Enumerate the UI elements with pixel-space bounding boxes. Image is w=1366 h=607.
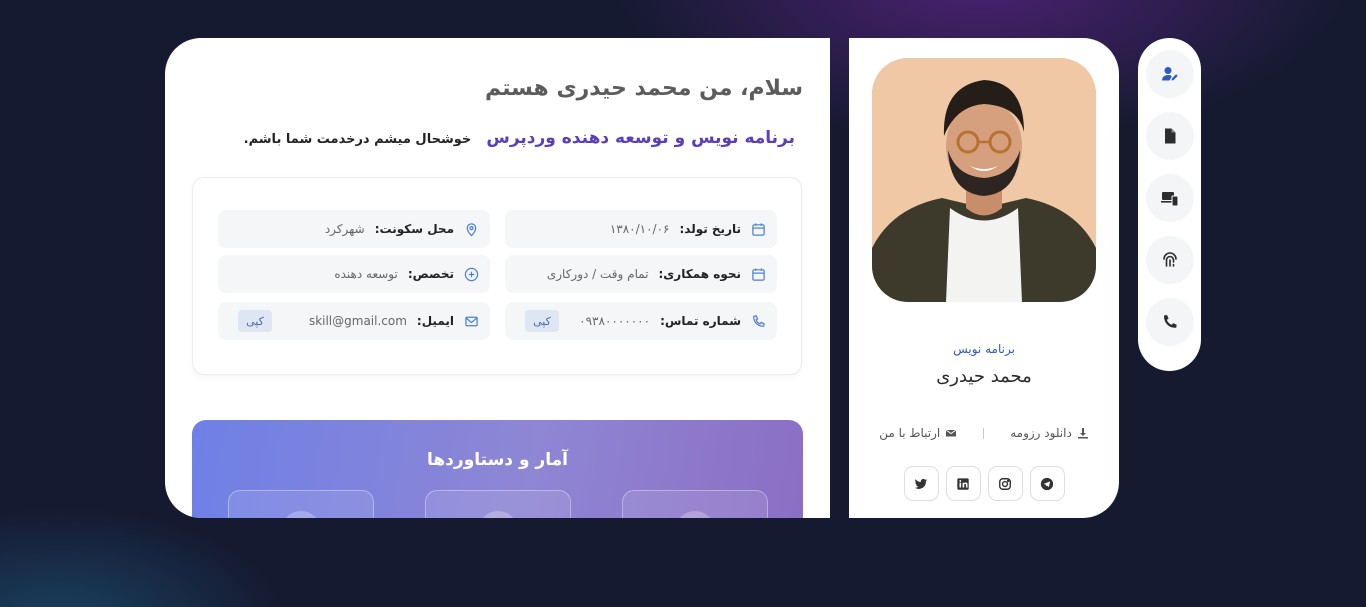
stat-icon <box>281 511 321 518</box>
copy-phone-button[interactable]: کپی <box>525 310 559 332</box>
stats-title: آمار و دستاوردها <box>427 450 568 470</box>
envelope-icon <box>462 312 480 330</box>
twitter-button[interactable] <box>903 466 939 501</box>
info-specialty: تخصص: توسعه دهنده <box>218 255 490 293</box>
stat-box <box>228 490 374 518</box>
nav-about-button[interactable] <box>1146 50 1194 98</box>
phone-label: شماره تماس: <box>660 314 741 328</box>
envelope-icon <box>945 429 957 437</box>
profile-name: محمد حیدری <box>936 366 1032 387</box>
subtitle: برنامه نویس و توسعه دهنده وردپرس خوشحال … <box>244 128 795 148</box>
phone-icon <box>749 312 767 330</box>
profile-photo <box>872 58 1096 302</box>
info-email: ایمیل: skill@gmail.com کپی <box>218 302 490 340</box>
personal-info-box: تاریخ تولد: ۱۳۸۰/۱۰/۰۶ محل سکونت: شهرکرد… <box>192 177 802 375</box>
phone-value: ۰۹۳۸۰۰۰۰۰۰۰ <box>579 314 651 328</box>
nav-blog-button[interactable] <box>1146 236 1194 284</box>
instagram-icon <box>999 477 1011 490</box>
nav-portfolio-button[interactable] <box>1146 174 1194 222</box>
info-birth-date: تاریخ تولد: ۱۳۸۰/۱۰/۰۶ <box>505 210 777 248</box>
info-location: محل سکونت: شهرکرد <box>218 210 490 248</box>
birth-date-value: ۱۳۸۰/۱۰/۰۶ <box>609 222 670 236</box>
stat-box <box>622 490 768 518</box>
phone-icon <box>1163 315 1177 328</box>
role-highlight: برنامه نویس و توسعه دهنده وردپرس <box>486 128 795 148</box>
document-icon <box>1165 128 1176 144</box>
email-value: skill@gmail.com <box>308 314 407 328</box>
divider <box>983 427 985 439</box>
stats-section: آمار و دستاوردها <box>192 420 803 518</box>
email-label: ایمیل: <box>416 314 454 328</box>
linkedin-icon <box>957 477 969 490</box>
nav-resume-button[interactable] <box>1146 112 1194 160</box>
about-card: سلام، من محمد حیدری هستم برنامه نویس و ت… <box>165 38 830 518</box>
nav-contact-button[interactable] <box>1146 298 1194 346</box>
birth-date-label: تاریخ تولد: <box>679 222 741 236</box>
specialty-label: تخصص: <box>407 267 454 281</box>
cooperation-value: تمام وقت / دورکاری <box>546 267 649 281</box>
twitter-icon <box>914 478 928 489</box>
copy-email-button[interactable]: کپی <box>238 310 272 332</box>
calendar-icon <box>749 265 767 283</box>
contact-me-label: ارتباط با من <box>879 426 941 440</box>
telegram-button[interactable] <box>1029 466 1065 501</box>
instagram-button[interactable] <box>987 466 1023 501</box>
stat-icon <box>675 511 715 518</box>
contact-me-link[interactable]: ارتباط با من <box>879 426 957 440</box>
profile-role: برنامه نویس <box>953 342 1015 356</box>
location-value: شهرکرد <box>324 222 365 236</box>
stat-icon <box>478 511 518 518</box>
download-resume-link[interactable]: دانلود رزومه <box>1010 426 1089 440</box>
calendar-icon <box>749 220 767 238</box>
devices-icon <box>1161 192 1179 207</box>
download-icon <box>1077 428 1088 439</box>
social-links <box>849 466 1119 501</box>
info-cooperation: نحوه همکاری: تمام وقت / دورکاری <box>505 255 777 293</box>
specialty-value: توسعه دهنده <box>334 267 398 281</box>
download-resume-label: دانلود رزومه <box>1010 426 1072 440</box>
profile-card: برنامه نویس محمد حیدری دانلود رزومه ارتب… <box>849 38 1119 518</box>
location-pin-icon <box>462 220 480 238</box>
stat-box <box>425 490 571 518</box>
plus-circle-icon <box>462 265 480 283</box>
side-navigation <box>1138 38 1201 371</box>
user-edit-icon <box>1162 67 1178 81</box>
telegram-icon <box>1040 477 1054 490</box>
linkedin-button[interactable] <box>945 466 981 501</box>
cooperation-label: نحوه همکاری: <box>658 267 742 281</box>
page-title: سلام، من محمد حیدری هستم <box>484 76 803 101</box>
fingerprint-icon <box>1163 252 1177 267</box>
location-label: محل سکونت: <box>374 222 454 236</box>
info-phone: شماره تماس: ۰۹۳۸۰۰۰۰۰۰۰ کپی <box>505 302 777 340</box>
profile-actions: دانلود رزومه ارتباط با من <box>849 426 1119 440</box>
welcome-text: خوشحال میشم درخدمت شما باشم. <box>243 132 472 147</box>
